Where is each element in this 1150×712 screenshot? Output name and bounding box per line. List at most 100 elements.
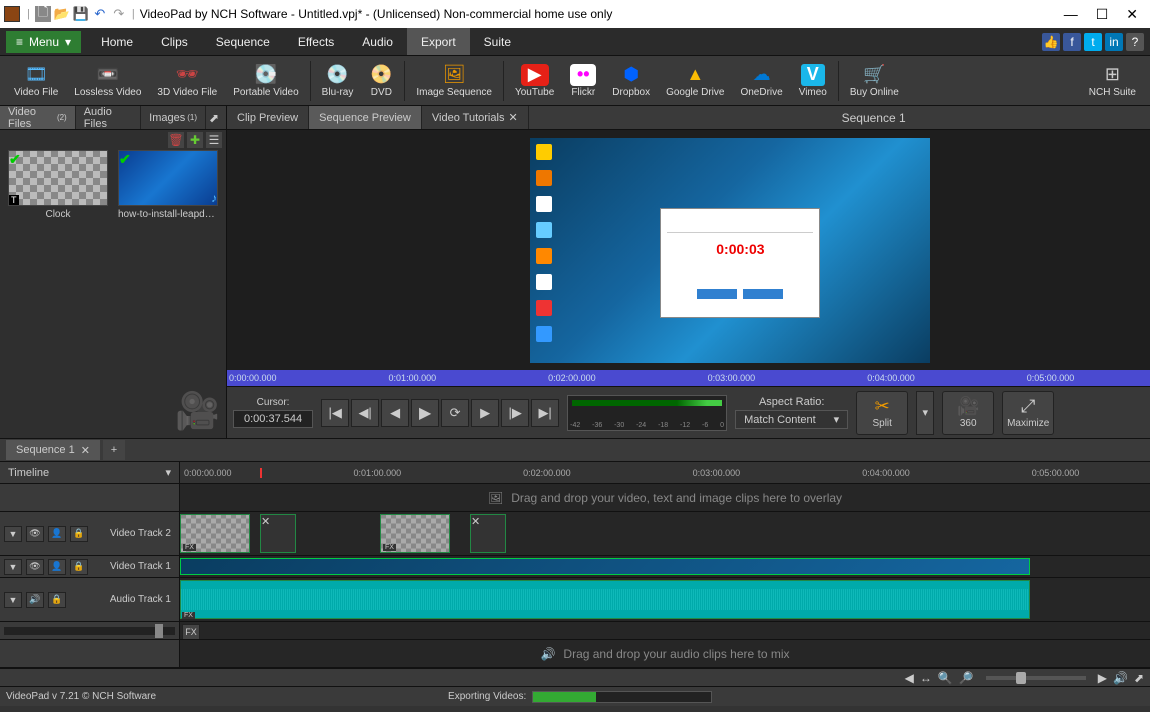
split-button[interactable]: ✂Split <box>856 391 908 435</box>
minimize-button[interactable]: — <box>1064 6 1078 23</box>
menu-export[interactable]: Export <box>407 28 470 55</box>
cursor-value[interactable]: 0:00:37.544 <box>233 410 313 428</box>
close-icon[interactable]: ✕ <box>81 444 90 457</box>
export-gdrive[interactable]: ▲Google Drive <box>658 58 732 103</box>
menu-audio[interactable]: Audio <box>348 28 407 55</box>
timeline-mode-select[interactable]: Timeline▾ <box>0 462 180 483</box>
export-image-seq[interactable]: 🖼Image Sequence <box>408 58 500 103</box>
visible-button[interactable]: 👁 <box>26 526 44 542</box>
menu-suite[interactable]: Suite <box>470 28 525 55</box>
visible-button[interactable]: 👁 <box>26 559 44 575</box>
bin-tab-images[interactable]: Images(1) <box>141 106 206 129</box>
fx-badge[interactable]: FX <box>182 612 195 619</box>
solo-button[interactable]: 👤 <box>48 526 66 542</box>
sequence-tab[interactable]: Sequence 1✕ <box>6 440 100 460</box>
goto-end-button[interactable]: ▶| <box>531 399 559 427</box>
tab-clip-preview[interactable]: Clip Preview <box>227 106 309 129</box>
aspect-select[interactable]: Match Content▾ <box>735 410 848 429</box>
add-icon[interactable]: ✚ <box>187 132 203 148</box>
undo-icon[interactable]: ↶ <box>92 6 108 22</box>
menu-clips[interactable]: Clips <box>147 28 202 55</box>
mute-button[interactable]: 🔊 <box>26 592 44 608</box>
timeline-clip[interactable] <box>180 558 1030 575</box>
audio-track-1-content[interactable]: FX <box>180 578 1150 621</box>
lock-button[interactable]: 🔒 <box>70 526 88 542</box>
export-lossless[interactable]: 📼Lossless Video <box>66 58 149 103</box>
close-icon[interactable]: ✕ <box>508 111 517 124</box>
linkedin-icon[interactable]: in <box>1105 33 1123 51</box>
tab-sequence-preview[interactable]: Sequence Preview <box>309 106 422 129</box>
video-track-1-content[interactable] <box>180 556 1150 577</box>
timeline-clip[interactable]: FX <box>380 514 450 553</box>
goto-start-button[interactable]: |◀ <box>321 399 349 427</box>
progress-bar[interactable] <box>532 691 712 703</box>
open-icon[interactable]: 📂 <box>54 6 70 22</box>
fx-button[interactable]: FX <box>182 624 200 639</box>
list-icon[interactable]: ☰ <box>206 132 222 148</box>
export-onedrive[interactable]: ☁OneDrive <box>732 58 790 103</box>
maximize-button[interactable]: ⤢Maximize <box>1002 391 1054 435</box>
bin-tab-audio[interactable]: Audio Files <box>76 106 141 129</box>
export-dropbox[interactable]: ⬢Dropbox <box>604 58 658 103</box>
help-icon[interactable]: ? <box>1126 33 1144 51</box>
twitter-icon[interactable]: t <box>1084 33 1102 51</box>
volume-slider-head[interactable] <box>0 622 180 639</box>
split-dropdown[interactable]: ▾ <box>916 391 934 435</box>
solo-button[interactable]: 👤 <box>48 559 66 575</box>
export-flickr[interactable]: ••Flickr <box>562 58 604 103</box>
transition-clip[interactable]: ✕ <box>470 514 506 553</box>
bin-body[interactable]: 🗑 ✚ ☰ T Clock ♪ how-to-install-leapdro..… <box>0 130 226 438</box>
bin-tab-video[interactable]: Video Files(2) <box>0 106 76 129</box>
play-button[interactable]: ▶ <box>411 399 439 427</box>
collapse-button[interactable]: ▼ <box>4 526 22 542</box>
timeline-ruler[interactable]: 0:00:00.000 0:01:00.000 0:02:00.000 0:03… <box>180 468 1150 478</box>
export-youtube[interactable]: ▶YouTube <box>507 58 562 103</box>
timeline-clip[interactable]: FX <box>180 514 250 553</box>
step-fwd-button[interactable]: ▶ <box>471 399 499 427</box>
close-button[interactable]: ✕ <box>1126 6 1138 23</box>
collapse-button[interactable]: ▼ <box>4 559 22 575</box>
like-icon[interactable]: 👍 <box>1042 33 1060 51</box>
zoom-in-icon[interactable]: 🔎 <box>959 671 974 685</box>
prev-frame-button[interactable]: ◀| <box>351 399 379 427</box>
redo-icon[interactable]: ↷ <box>111 6 127 22</box>
next-frame-button[interactable]: |▶ <box>501 399 529 427</box>
popout-icon[interactable]: ⬈ <box>206 110 222 126</box>
menu-effects[interactable]: Effects <box>284 28 348 55</box>
buy-online[interactable]: 🛒Buy Online <box>842 58 907 103</box>
zoom-out-icon[interactable]: 🔍 <box>938 671 953 685</box>
clip-item[interactable]: T Clock <box>8 150 108 220</box>
scroll-left-icon[interactable]: ◀ <box>905 671 914 685</box>
loop-button[interactable]: ⟳ <box>441 399 469 427</box>
export-dvd[interactable]: 📀DVD <box>361 58 401 103</box>
main-menu-button[interactable]: ≡ Menu ▾ <box>6 31 81 53</box>
step-back-button[interactable]: ◀ <box>381 399 409 427</box>
tab-video-tutorials[interactable]: Video Tutorials✕ <box>422 106 529 129</box>
export-bluray[interactable]: 💿Blu-ray <box>314 58 362 103</box>
export-portable[interactable]: 💽Portable Video <box>225 58 306 103</box>
audio-drop-area[interactable]: 🔊Drag and drop your audio clips here to … <box>180 640 1150 667</box>
new-icon[interactable]: 🗋 <box>35 6 51 22</box>
popout-icon[interactable]: ⬈ <box>1134 671 1144 685</box>
fit-icon[interactable]: ↔ <box>920 671 932 685</box>
overlay-drop-area[interactable]: 🖼Drag and drop your video, text and imag… <box>180 484 1150 511</box>
facebook-icon[interactable]: f <box>1063 33 1081 51</box>
video-track-2-content[interactable]: FX ✕ FX ✕ <box>180 512 1150 555</box>
lock-button[interactable]: 🔒 <box>70 559 88 575</box>
preview-ruler[interactable]: 0:00:00.000 0:01:00.000 0:02:00.000 0:03… <box>227 370 1150 386</box>
maximize-button[interactable]: ☐ <box>1096 6 1109 23</box>
export-3d[interactable]: 🕶3D Video File <box>149 58 225 103</box>
playhead[interactable] <box>260 468 262 478</box>
volume-icon[interactable]: 🔊 <box>1113 671 1128 685</box>
menu-home[interactable]: Home <box>87 28 147 55</box>
nch-suite[interactable]: ⊞NCH Suite <box>1081 58 1144 103</box>
lock-button[interactable]: 🔒 <box>48 592 66 608</box>
delete-icon[interactable]: 🗑 <box>168 132 184 148</box>
export-video-file[interactable]: 🎞Video File <box>6 58 66 103</box>
menu-sequence[interactable]: Sequence <box>202 28 284 55</box>
export-vimeo[interactable]: VVimeo <box>791 58 835 103</box>
add-sequence-button[interactable]: + <box>103 440 125 460</box>
scroll-lock-icon[interactable]: ▶ <box>1098 671 1107 685</box>
360-button[interactable]: 🎥360 <box>942 391 994 435</box>
transition-clip[interactable]: ✕ <box>260 514 296 553</box>
